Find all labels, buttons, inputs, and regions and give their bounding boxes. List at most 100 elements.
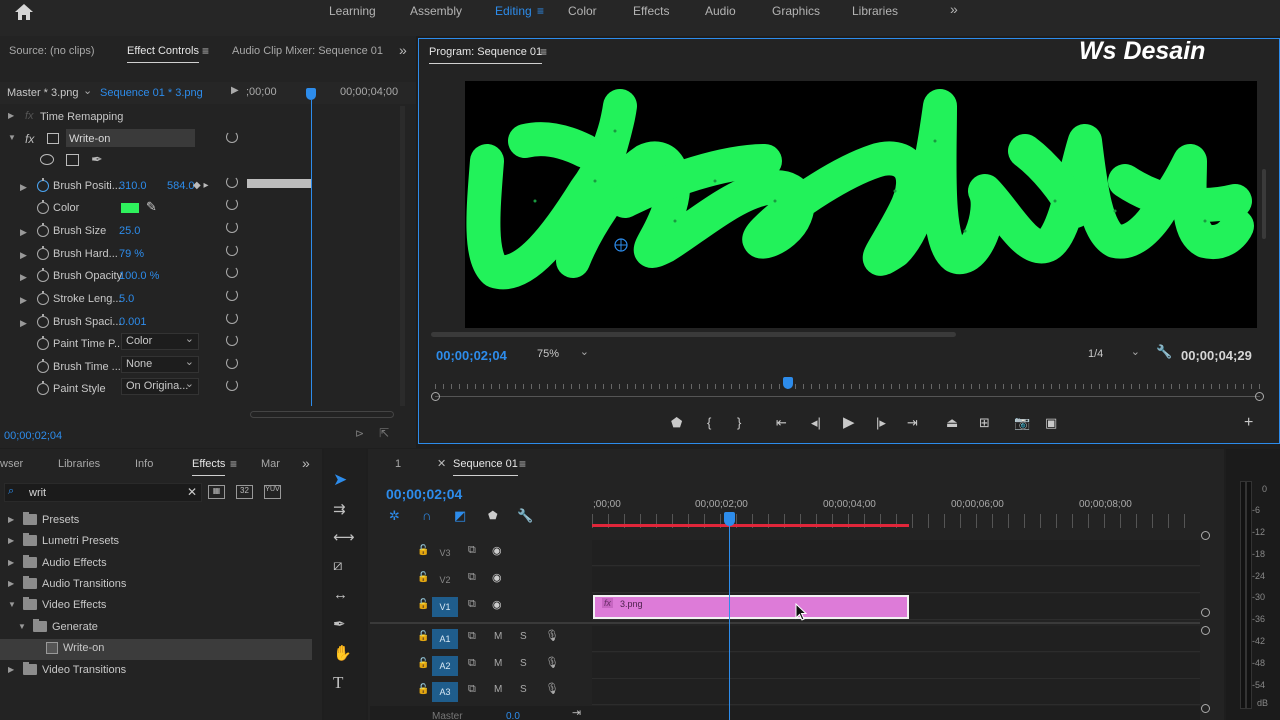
stopwatch-icon[interactable] bbox=[37, 291, 49, 305]
tab-source[interactable]: Source: (no clips) bbox=[9, 45, 95, 57]
monitor-scrollbar-h[interactable] bbox=[431, 332, 956, 337]
param-value[interactable]: 0.001 bbox=[119, 316, 147, 328]
track-lane[interactable] bbox=[592, 653, 1200, 679]
vertical-scrollbar[interactable] bbox=[400, 106, 405, 406]
lock-icon[interactable]: 🔓 bbox=[417, 572, 429, 583]
add-button-icon[interactable]: + bbox=[1244, 414, 1253, 432]
pen-mask-icon[interactable]: ✒ bbox=[91, 151, 103, 168]
paint-style-dropdown[interactable]: On Origina... bbox=[121, 377, 199, 395]
slip-tool-icon[interactable]: ↔ bbox=[333, 586, 348, 603]
zoom-dropdown[interactable]: 75% ⌄ bbox=[537, 346, 593, 363]
workspace-effects[interactable]: Effects bbox=[633, 4, 669, 18]
solo-button[interactable]: S bbox=[520, 658, 527, 669]
workspace-learning[interactable]: Learning bbox=[329, 4, 376, 18]
reset-icon[interactable] bbox=[226, 357, 238, 369]
tree-item-lumetri-presets[interactable]: ▶ Lumetri Presets bbox=[0, 532, 312, 553]
track-name[interactable]: A2 bbox=[432, 656, 458, 676]
stopwatch-icon[interactable] bbox=[37, 359, 49, 373]
track-name[interactable]: V1 bbox=[432, 597, 458, 617]
color-swatch[interactable] bbox=[121, 203, 139, 213]
razor-tool-icon[interactable]: ⧄ bbox=[333, 557, 343, 574]
track-select-tool-icon[interactable]: ⇉ bbox=[333, 500, 346, 518]
track-name[interactable]: A3 bbox=[432, 682, 458, 702]
reset-icon[interactable] bbox=[226, 334, 238, 346]
expand-arrow-icon[interactable]: ▶ bbox=[8, 536, 14, 545]
expand-arrow-icon[interactable]: ▶ bbox=[8, 515, 14, 524]
go-to-out-icon[interactable]: ⇥ bbox=[907, 415, 918, 431]
rectangle-mask-icon[interactable] bbox=[66, 154, 79, 166]
play-arrow-icon[interactable]: ▶ bbox=[231, 85, 239, 96]
reset-icon[interactable] bbox=[226, 289, 238, 301]
paint-time-dropdown[interactable]: Color bbox=[121, 332, 199, 350]
keyframe-nav-icon[interactable]: ◆ ▸ bbox=[193, 180, 209, 191]
resolution-dropdown[interactable]: 1/4 ⌄ bbox=[1088, 346, 1144, 363]
sync-lock-icon[interactable]: ⧉ bbox=[468, 683, 476, 696]
workspace-color[interactable]: Color bbox=[568, 4, 597, 18]
tab-sequence-01[interactable]: Sequence 01 bbox=[453, 458, 518, 476]
timeline-scroll-mid[interactable] bbox=[1201, 608, 1210, 617]
track-lane[interactable] bbox=[592, 626, 1200, 652]
reset-icon[interactable] bbox=[226, 131, 238, 143]
reset-icon[interactable] bbox=[226, 312, 238, 324]
timeline-settings-wrench-icon[interactable]: 🔧 bbox=[517, 508, 533, 524]
work-area-bar[interactable] bbox=[592, 524, 909, 527]
workspace-audio[interactable]: Audio bbox=[705, 4, 736, 18]
export-icon[interactable]: ⇱ bbox=[379, 426, 389, 440]
panel-menu-icon[interactable]: ≡ bbox=[230, 457, 237, 471]
editing-menu-icon[interactable]: ≡ bbox=[537, 4, 544, 18]
play-icon[interactable]: ▶ bbox=[843, 413, 855, 431]
tab-info[interactable]: Info bbox=[135, 458, 153, 470]
lock-icon[interactable]: 🔓 bbox=[417, 658, 429, 669]
more-tabs-icon[interactable]: » bbox=[302, 455, 310, 471]
hand-tool-icon[interactable]: ✋ bbox=[333, 644, 352, 662]
expand-arrow-icon[interactable]: ▶ bbox=[20, 182, 27, 193]
tree-item-audio-effects[interactable]: ▶ Audio Effects bbox=[0, 554, 312, 575]
sequence-clip-label[interactable]: Sequence 01 * 3.png bbox=[100, 87, 203, 99]
expand-arrow-icon[interactable]: ▶ bbox=[20, 250, 27, 261]
extract-icon[interactable]: ⊞ bbox=[979, 415, 990, 431]
transform-icon[interactable] bbox=[47, 133, 59, 144]
panel-menu-icon[interactable]: ≡ bbox=[202, 44, 209, 58]
stopwatch-icon[interactable] bbox=[37, 314, 49, 328]
32-bit-effects-icon[interactable]: 32 bbox=[236, 485, 253, 499]
type-tool-icon[interactable]: T bbox=[333, 673, 343, 693]
expand-arrow-icon[interactable]: ▶ bbox=[8, 579, 14, 588]
export-frame-camera-icon[interactable]: 📷 bbox=[1014, 415, 1030, 431]
track-lane[interactable] bbox=[592, 679, 1200, 705]
chevron-down-icon[interactable]: ⌄ bbox=[83, 84, 92, 97]
accelerated-effects-icon[interactable]: ▦ bbox=[208, 485, 225, 499]
tab-libraries[interactable]: Libraries bbox=[58, 458, 100, 470]
tree-item-generate[interactable]: ▼ Generate bbox=[0, 618, 312, 639]
stopwatch-icon[interactable] bbox=[37, 336, 49, 350]
add-marker-icon[interactable]: ⬟ bbox=[671, 415, 682, 431]
microphone-icon[interactable]: 🎙 bbox=[545, 629, 559, 642]
timeline-playhead[interactable] bbox=[724, 512, 735, 526]
microphone-icon[interactable]: 🎙 bbox=[545, 682, 559, 695]
nest-toggle-icon[interactable]: ✲ bbox=[389, 508, 400, 524]
filter-icon[interactable]: ⊳ bbox=[355, 427, 364, 440]
sync-lock-icon[interactable]: ⧉ bbox=[468, 657, 476, 670]
stopwatch-icon[interactable] bbox=[37, 200, 49, 214]
timeline-timecode[interactable]: 00;00;02;04 bbox=[386, 486, 462, 502]
workspace-graphics[interactable]: Graphics bbox=[772, 4, 820, 18]
step-forward-icon[interactable]: |▸ bbox=[876, 415, 886, 431]
param-value[interactable]: 25.0 bbox=[119, 225, 140, 237]
more-tabs-icon[interactable]: » bbox=[399, 42, 407, 58]
close-tab-icon[interactable]: ✕ bbox=[437, 457, 446, 470]
tree-item-video-transitions[interactable]: ▶ Video Transitions bbox=[0, 661, 312, 682]
eyedropper-icon[interactable]: ✎ bbox=[146, 199, 157, 215]
effect-controls-timecode[interactable]: 00;00;02;04 bbox=[4, 430, 62, 442]
reset-icon[interactable] bbox=[226, 198, 238, 210]
mute-button[interactable]: M bbox=[494, 684, 502, 695]
tree-item-video-effects[interactable]: ▼ Video Effects bbox=[0, 596, 312, 617]
tab-markers[interactable]: Mar bbox=[261, 458, 280, 470]
comparison-view-icon[interactable]: ▣ bbox=[1045, 415, 1057, 431]
reset-icon[interactable] bbox=[226, 266, 238, 278]
ellipse-mask-icon[interactable] bbox=[40, 154, 54, 165]
track-lane[interactable] bbox=[592, 540, 1200, 566]
master-clip-label[interactable]: Master * 3.png bbox=[7, 87, 79, 99]
track-name[interactable]: V2 bbox=[432, 570, 458, 590]
tab-effects[interactable]: Effects bbox=[192, 458, 226, 476]
panel-menu-icon[interactable]: ≡ bbox=[519, 457, 526, 471]
tree-item-presets[interactable]: ▶ Presets bbox=[0, 511, 312, 532]
